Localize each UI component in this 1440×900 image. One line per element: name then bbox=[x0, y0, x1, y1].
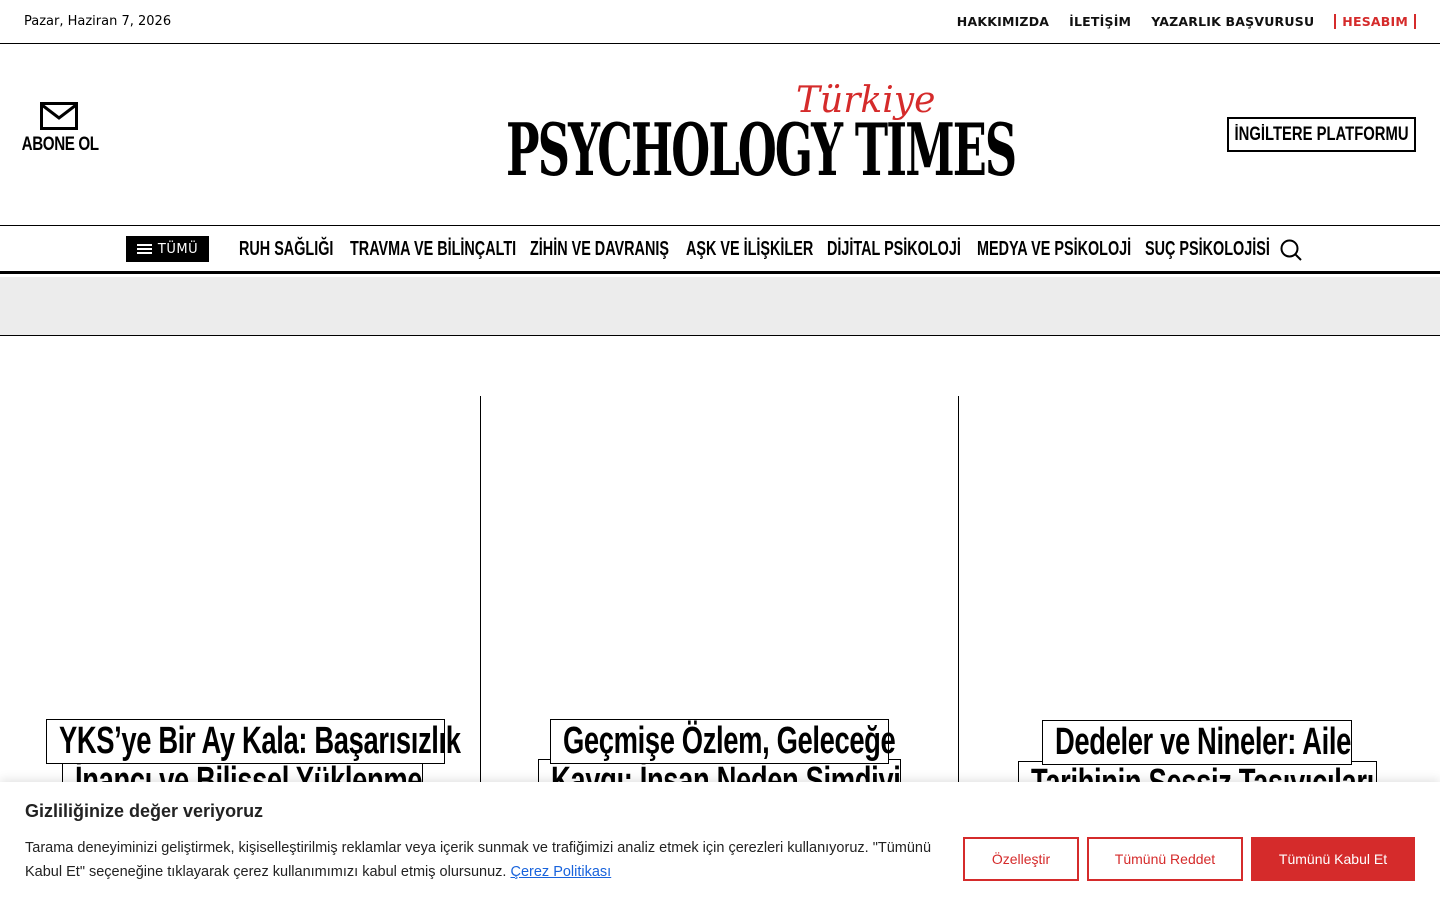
nav-item-trauma[interactable]: TRAVMA VE BİLİNÇALTI bbox=[350, 238, 516, 261]
top-bar: Pazar, Haziran 7, 2026 HAKKIMIZDA İLETİŞ… bbox=[0, 0, 1440, 44]
nav-item-digital-psychology[interactable]: DİJİTAL PSİKOLOJİ bbox=[827, 238, 961, 261]
top-links: HAKKIMIZDA İLETİŞİM YAZARLIK BAŞVURUSU H… bbox=[957, 14, 1416, 29]
uk-platform-label: İNGİLTERE PLATFORMU bbox=[1234, 123, 1409, 145]
article-2-title-text: Geçmişe Özlem, Geleceğe bbox=[563, 720, 896, 762]
nav-item-love-relationships[interactable]: AŞK VE İLİŞKİLER bbox=[686, 238, 813, 261]
hamburger-icon bbox=[136, 244, 152, 254]
cookie-title: Gizliliğinize değer veriyoruz bbox=[25, 801, 264, 821]
nav-item-crime-psychology[interactable]: SUÇ PSİKOLOJİSİ bbox=[1145, 238, 1270, 261]
logo-wordmark: PSYCHOLOGY TIMES bbox=[506, 107, 1017, 192]
subscribe-label: ABONE OL bbox=[21, 134, 99, 155]
cookie-consent-banner: Gizliliğinize değer veriyoruz Tarama den… bbox=[0, 782, 1440, 900]
all-categories-button[interactable]: TÜMÜ bbox=[126, 236, 209, 262]
cookie-description: Tarama deneyiminizi geliştirmek, kişisel… bbox=[25, 840, 932, 880]
author-application-link[interactable]: YAZARLIK BAŞVURUSU bbox=[1151, 14, 1314, 29]
search-icon[interactable] bbox=[1279, 238, 1303, 262]
site-logo[interactable]: PSYCHOLOGY TIMES Türkiye bbox=[506, 74, 1017, 186]
nav-item-mental-health[interactable]: RUH SAĞLIĞI bbox=[239, 238, 333, 261]
article-2-title[interactable]: Geçmişe Özlem, Geleceğe bbox=[550, 719, 896, 764]
nav-item-media-psychology[interactable]: MEDYA VE PSİKOLOJİ bbox=[977, 238, 1131, 261]
accept-all-button[interactable]: Tümünü Kabul Et bbox=[1251, 837, 1415, 881]
uk-platform-button[interactable]: İNGİLTERE PLATFORMU bbox=[1227, 117, 1416, 152]
cookie-policy-link[interactable]: Çerez Politikası bbox=[510, 864, 611, 880]
logo-script-text: Türkiye bbox=[796, 80, 936, 121]
cookie-text: Tarama deneyiminizi geliştirmek, kişisel… bbox=[25, 836, 945, 884]
main-nav: TÜMÜ RUH SAĞLIĞI TRAVMA VE BİLİNÇALTI Zİ… bbox=[0, 226, 1440, 274]
reject-all-button[interactable]: Tümünü Reddet bbox=[1087, 837, 1243, 881]
article-1-title[interactable]: YKS’ye Bir Ay Kala: Başarısızlık bbox=[46, 719, 461, 764]
contact-link[interactable]: İLETİŞİM bbox=[1069, 14, 1131, 29]
account-link[interactable]: HESABIM bbox=[1334, 14, 1416, 29]
column-divider bbox=[958, 396, 959, 796]
article-3-title[interactable]: Dedeler ve Nineler: Aile bbox=[1042, 720, 1352, 765]
ad-banner-area bbox=[0, 277, 1440, 336]
all-categories-label: TÜMÜ bbox=[157, 241, 199, 257]
article-3-title-text: Dedeler ve Nineler: Aile bbox=[1055, 721, 1351, 763]
column-divider bbox=[480, 396, 481, 796]
envelope-icon bbox=[40, 102, 78, 130]
customize-button[interactable]: Özelleştir bbox=[963, 837, 1079, 881]
nav-item-mind-behavior[interactable]: ZİHİN VE DAVRANIŞ bbox=[530, 238, 669, 261]
current-date: Pazar, Haziran 7, 2026 bbox=[24, 14, 172, 29]
site-header: ABONE OL PSYCHOLOGY TIMES Türkiye İNGİLT… bbox=[0, 44, 1440, 226]
article-1-title-text: YKS’ye Bir Ay Kala: Başarısızlık bbox=[59, 720, 461, 762]
about-link[interactable]: HAKKIMIZDA bbox=[957, 14, 1049, 29]
subscribe-button[interactable]: ABONE OL bbox=[22, 102, 99, 156]
